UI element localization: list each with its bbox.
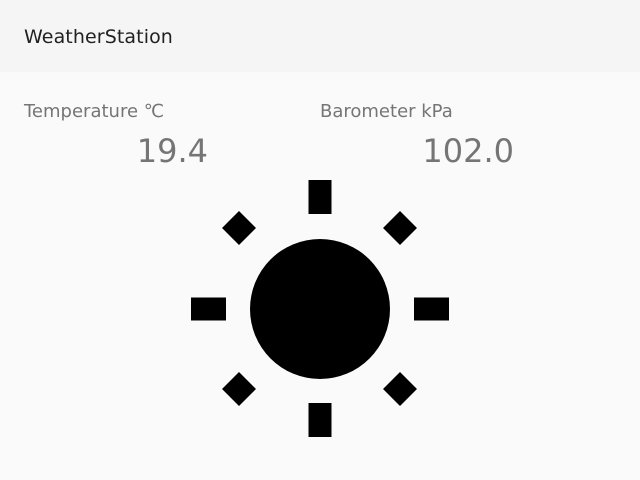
sun-core — [250, 239, 390, 379]
sun-ray-bottom-left — [222, 372, 256, 406]
sun-ray-top-right — [383, 211, 417, 245]
temperature-value: 19.4 — [136, 132, 208, 170]
weather-station-app: WeatherStation Temperature ℃ 19.4 Barome… — [0, 0, 640, 480]
barometer-value: 102.0 — [422, 132, 514, 170]
app-title: WeatherStation — [24, 26, 173, 48]
app-bar: WeatherStation — [0, 0, 640, 72]
sun-ray-top-left — [222, 211, 256, 245]
temperature-label: Temperature ℃ — [24, 101, 164, 122]
sun-ray-right — [414, 297, 449, 321]
sun-ray-left — [191, 297, 226, 321]
sun-ray-top — [308, 180, 332, 214]
sun-ray-bottom — [308, 403, 332, 437]
sun-icon — [191, 180, 449, 437]
barometer-label: Barometer kPa — [320, 101, 453, 122]
sun-ray-bottom-right — [383, 372, 417, 406]
